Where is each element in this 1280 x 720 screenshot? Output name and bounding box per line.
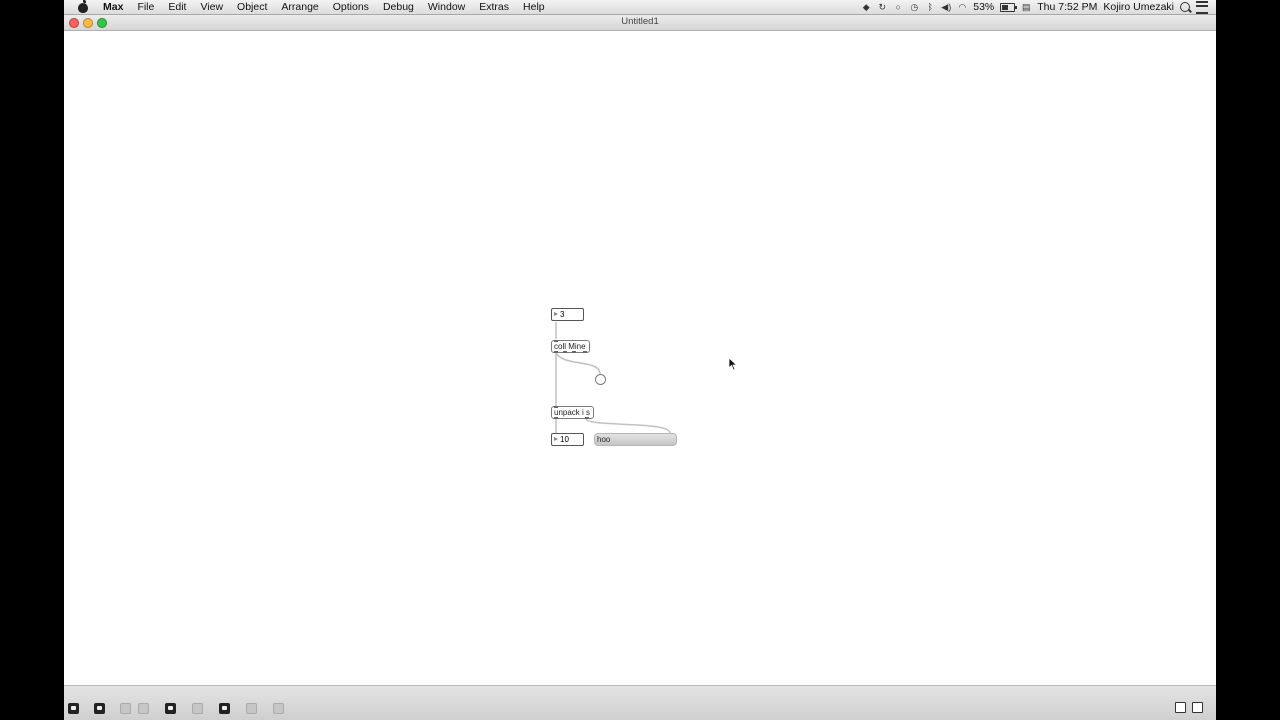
battery-percent[interactable]: 53% xyxy=(973,1,994,13)
input-menu-icon[interactable]: ▤ xyxy=(1021,2,1031,12)
cord-coll-to-bang[interactable] xyxy=(555,352,601,375)
menu-app-max[interactable]: Max xyxy=(96,0,130,14)
menu-edit[interactable]: Edit xyxy=(161,0,193,14)
new-object-icon[interactable] xyxy=(165,703,176,714)
message-box[interactable]: hoo xyxy=(594,433,677,446)
menu-options[interactable]: Options xyxy=(326,0,376,14)
chat-bubble-icon[interactable]: ○ xyxy=(893,2,903,12)
number-value: 3 xyxy=(560,310,565,319)
menu-help[interactable]: Help xyxy=(516,0,552,14)
menu-extras[interactable]: Extras xyxy=(472,0,516,14)
clock[interactable]: Thu 7:52 PM xyxy=(1037,1,1097,13)
sync-icon[interactable]: ↻ xyxy=(877,2,887,12)
user-name[interactable]: Kojiro Umezaki xyxy=(1103,1,1174,13)
menu-object[interactable]: Object xyxy=(230,0,274,14)
evernote-icon[interactable]: ◆ xyxy=(861,2,871,12)
unpack-label: unpack i s xyxy=(554,408,591,417)
menu-window[interactable]: Window xyxy=(421,0,472,14)
wifi-icon[interactable]: ◠ xyxy=(957,2,967,12)
unpack-object[interactable]: unpack i s xyxy=(551,406,594,419)
outlet[interactable] xyxy=(585,417,589,419)
presentation-icon[interactable] xyxy=(94,703,105,714)
connect-icon[interactable] xyxy=(219,703,230,714)
spotlight-search-icon[interactable] xyxy=(1180,2,1190,12)
menu-arrange[interactable]: Arrange xyxy=(274,0,325,14)
coll-object[interactable]: coll Mine xyxy=(551,340,590,353)
time-machine-icon[interactable]: ◷ xyxy=(909,2,919,12)
sidebar-right-icon[interactable] xyxy=(1192,702,1203,713)
outlet[interactable] xyxy=(572,351,576,353)
apple-menu-icon[interactable] xyxy=(78,0,88,13)
outlet[interactable] xyxy=(554,417,558,419)
number-box-top[interactable]: 3 xyxy=(551,308,584,321)
volume-icon[interactable]: ◀) xyxy=(941,2,951,12)
inspector-icon xyxy=(192,703,203,714)
menu-bar: Max File Edit View Object Arrange Option… xyxy=(64,0,1216,15)
notification-center-icon[interactable] xyxy=(1196,0,1208,14)
inlet[interactable] xyxy=(554,340,558,342)
grid-icon xyxy=(246,703,257,714)
number-triangle-icon xyxy=(554,312,558,316)
message-text: hoo xyxy=(597,435,611,444)
patch-cords xyxy=(555,322,671,434)
window-title: Untitled1 xyxy=(621,16,659,27)
coll-label: coll Mine xyxy=(554,342,586,351)
inlet[interactable] xyxy=(554,406,558,408)
number-box-bottom[interactable]: 10 xyxy=(551,433,584,446)
menu-view[interactable]: View xyxy=(193,0,230,14)
menu-file[interactable]: File xyxy=(130,0,161,14)
bluetooth-icon[interactable]: ᛒ xyxy=(925,2,935,12)
patcher-toolbar xyxy=(64,685,1216,720)
outlet[interactable] xyxy=(554,351,558,353)
patcher-canvas[interactable]: 3 coll Mine unpack i s 10 hoo xyxy=(64,31,1216,686)
copy-icon xyxy=(120,703,131,714)
number-value: 10 xyxy=(560,435,569,444)
sidebar-left-icon[interactable] xyxy=(1175,702,1186,713)
delete-icon xyxy=(138,703,149,714)
outlet[interactable] xyxy=(563,351,567,353)
cord-unpack-to-message[interactable] xyxy=(585,418,671,434)
number-triangle-icon xyxy=(554,437,558,441)
lock-icon[interactable] xyxy=(68,703,79,714)
bang-button[interactable] xyxy=(595,374,606,385)
mouse-cursor-icon xyxy=(728,357,738,371)
status-area: ◆ ↻ ○ ◷ ᛒ ◀) ◠ 53% ▤ Thu 7:52 PM Kojiro … xyxy=(861,0,1216,14)
outlet[interactable] xyxy=(583,351,587,353)
settings-icon xyxy=(273,703,284,714)
patcher-window: Untitled1 3 coll Mine unpack i s 10 hoo xyxy=(64,15,1216,720)
title-bar[interactable]: Untitled1 xyxy=(64,15,1216,31)
menu-debug[interactable]: Debug xyxy=(376,0,421,14)
battery-icon[interactable] xyxy=(1000,2,1018,12)
